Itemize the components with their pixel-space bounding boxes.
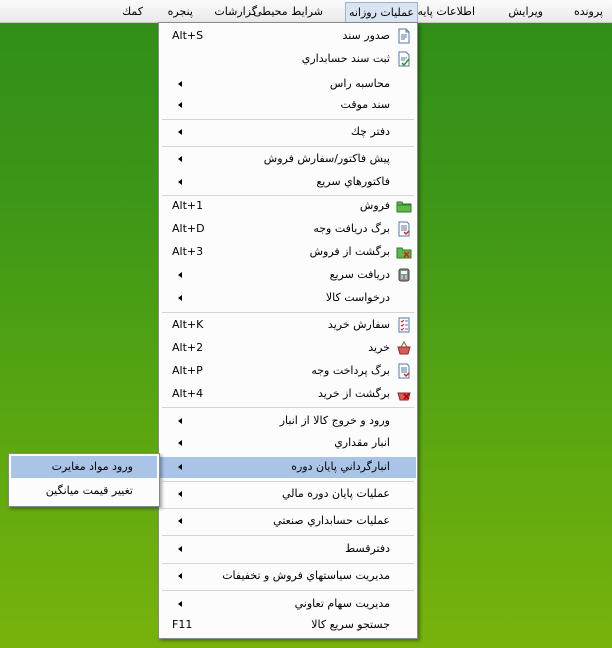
menu-item-industrial-accounting[interactable]: عمليات حسابداري صنعتي [160, 511, 416, 532]
menu-reports[interactable]: گزارشات [211, 4, 260, 20]
submenu-arrow-icon [178, 464, 182, 470]
separator [162, 535, 414, 536]
submenu-arrow-icon [178, 272, 182, 278]
menu-item-checkbook[interactable]: دفتر چك [160, 122, 416, 143]
submenu-arrow-icon [178, 573, 182, 579]
menu-base-info[interactable]: اطلاعات پایه [414, 4, 478, 20]
menu-item-purchase-order[interactable]: سفارش خريد Alt+K [160, 315, 416, 336]
submenu-item-discrepancy-entry[interactable]: ورود مواد مغايرت [11, 456, 157, 478]
menu-item-cooperative-shares[interactable]: مديريت سهام تعاوني [160, 594, 416, 615]
submenu-arrow-icon [178, 601, 182, 607]
menu-item-payment-voucher[interactable]: برگ پرداخت وجه Alt+P [160, 361, 416, 382]
submenu-arrow-icon [178, 295, 182, 301]
menu-item-warehouse-in-out[interactable]: ورود و خروج كالا از انبار [160, 411, 416, 432]
folder-return-icon [396, 244, 412, 260]
daily-operations-dropdown: صدور سند Alt+S ثبت سند حسابداري محاسبه ر… [158, 22, 418, 639]
menu-item-proforma-sales-order[interactable]: پیش فاكتور/سفارش فروش [160, 149, 416, 170]
submenu-arrow-icon [178, 418, 182, 424]
menu-bar: پرونده ویرایش اطلاعات پایه عملیات روزانه… [0, 0, 612, 23]
submenu-arrow-icon [178, 129, 182, 135]
menu-item-quick-goods-search[interactable]: جستجو سريع كالا F11 [160, 615, 416, 636]
menu-item-fiscal-period-end[interactable]: عمليات پايان دوره مالي [160, 484, 416, 505]
document-check-icon [396, 51, 412, 67]
menu-item-sales-policy-management[interactable]: مديريت سياستهاي فروش و تخفيفات [160, 566, 416, 587]
period-end-inventory-submenu: ورود مواد مغايرت تغيير قيمت ميانگين [8, 453, 160, 507]
separator [162, 563, 414, 564]
receipt-icon [396, 221, 412, 237]
separator [162, 407, 414, 408]
menu-item-purchase[interactable]: خريد Alt+2 [160, 338, 416, 359]
menu-daily-operations[interactable]: عملیات روزانه [344, 2, 418, 22]
submenu-arrow-icon [178, 518, 182, 524]
payment-doc-icon [396, 363, 412, 379]
submenu-item-change-average-price[interactable]: تغيير قيمت ميانگين [11, 480, 157, 502]
folder-green-icon [396, 198, 412, 214]
menu-item-quick-receipt[interactable]: دريافت سريع [160, 265, 416, 286]
menu-item-sales[interactable]: فروش Alt+1 [160, 196, 416, 217]
separator [162, 146, 414, 147]
menu-edit[interactable]: ویرایش [505, 4, 546, 20]
submenu-arrow-icon [178, 156, 182, 162]
submenu-arrow-icon [178, 81, 182, 87]
basket-return-icon [396, 386, 412, 402]
menu-item-issue-document[interactable]: صدور سند Alt+S [160, 26, 416, 47]
submenu-arrow-icon [178, 440, 182, 446]
separator [162, 119, 414, 120]
menu-item-purchase-return[interactable]: برگشت از خريد Alt+4 [160, 384, 416, 405]
menu-item-receipt-voucher[interactable]: برگ دريافت وجه Alt+D [160, 219, 416, 240]
separator [162, 590, 414, 591]
menu-item-sales-return[interactable]: برگشت از فروش Alt+3 [160, 242, 416, 263]
menu-item-period-end-inventory[interactable]: انبارگرداني پايان دوره [160, 457, 416, 478]
submenu-arrow-icon [178, 102, 182, 108]
submenu-arrow-icon [178, 491, 182, 497]
cash-register-icon [396, 267, 412, 283]
menu-item-goods-request[interactable]: درخواست كالا [160, 288, 416, 309]
separator [162, 312, 414, 313]
separator [162, 481, 414, 482]
submenu-arrow-icon [178, 546, 182, 552]
checklist-icon [396, 317, 412, 333]
menu-item-calc-ras[interactable]: محاسبه راس [160, 74, 416, 95]
menu-environment[interactable]: شرایط محیطی [250, 4, 326, 20]
menu-window[interactable]: پنجره [165, 4, 196, 20]
menu-item-installment-book[interactable]: دفترقسط [160, 539, 416, 560]
menu-help[interactable]: كمك [119, 4, 146, 20]
submenu-arrow-icon [178, 179, 182, 185]
menu-item-quick-invoices[interactable]: فاكتورهاي سريع [160, 172, 416, 193]
document-icon [396, 28, 412, 44]
menu-item-register-accounting-document[interactable]: ثبت سند حسابداري [160, 49, 416, 70]
menu-item-quantitative-warehouse[interactable]: انبار مقداري [160, 433, 416, 454]
menu-file[interactable]: پرونده [571, 4, 606, 20]
menu-item-temp-document[interactable]: سند موقت [160, 95, 416, 116]
basket-icon [396, 340, 412, 356]
separator [162, 508, 414, 509]
